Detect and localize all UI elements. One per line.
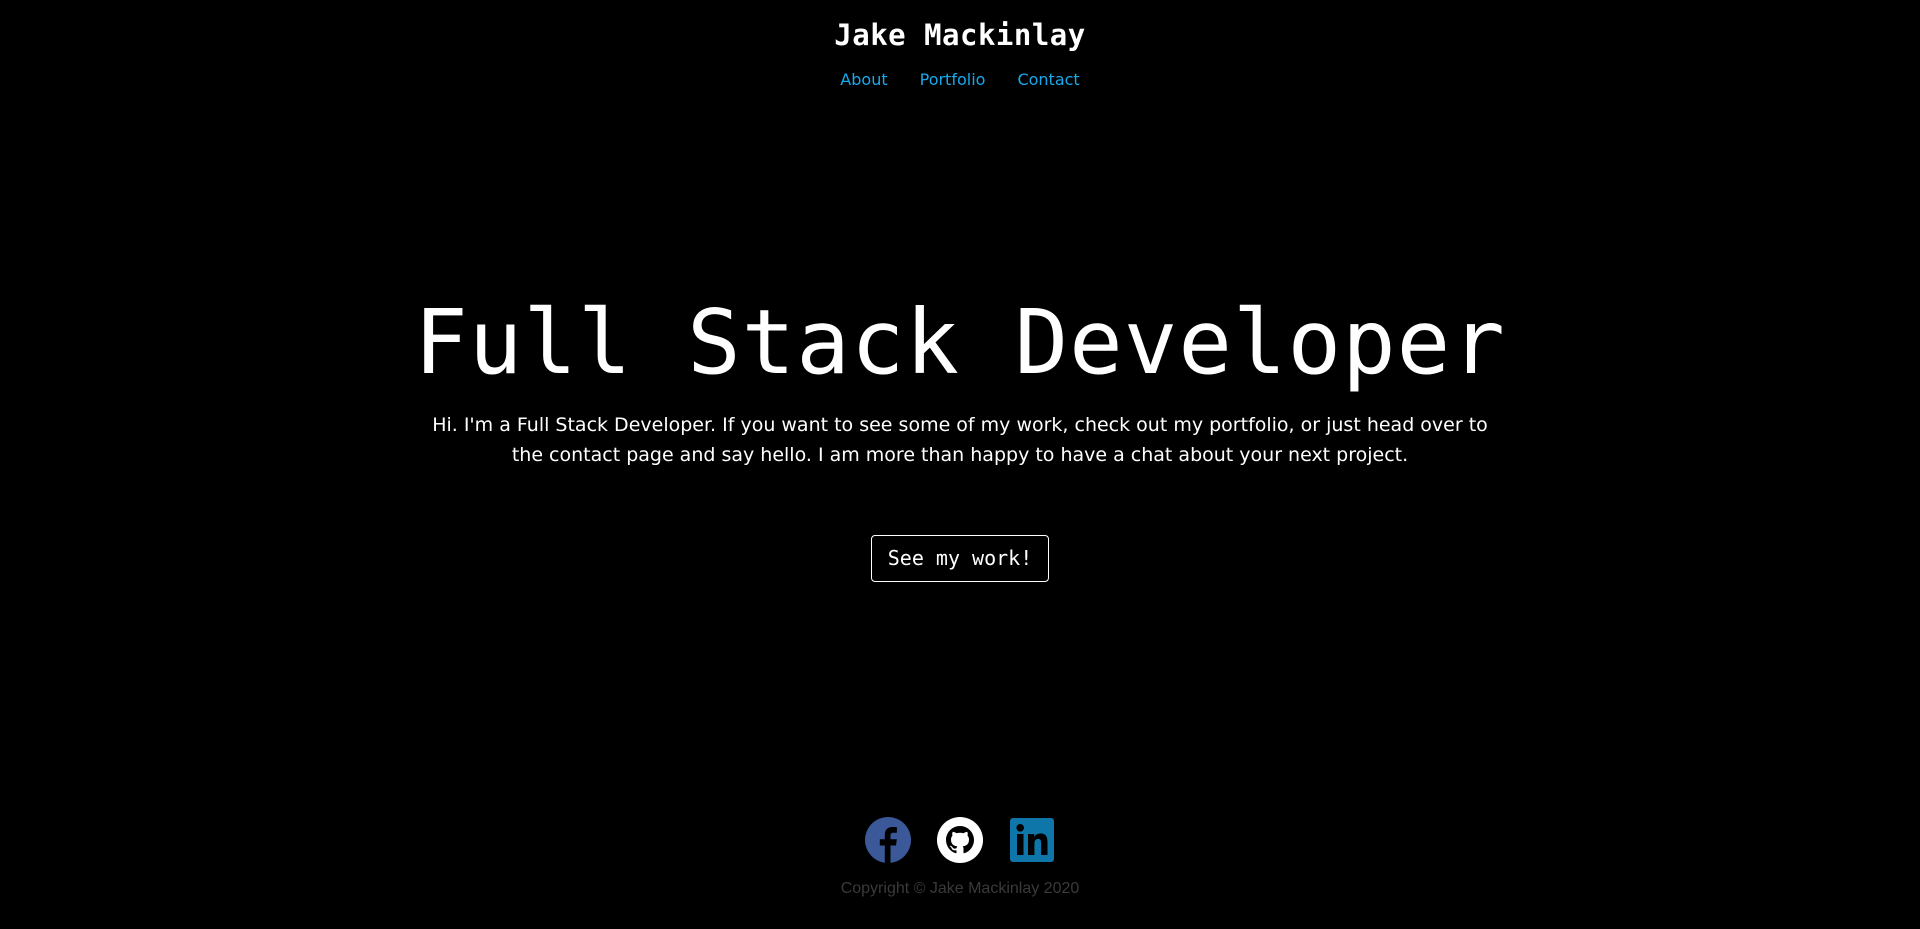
social-links <box>0 816 1920 864</box>
github-icon <box>937 817 983 863</box>
copyright-text: Copyright © Jake Mackinlay 2020 <box>840 880 1080 897</box>
github-link[interactable] <box>937 817 983 863</box>
linkedin-link[interactable] <box>1009 817 1055 863</box>
see-my-work-button[interactable]: See my work! <box>870 535 1050 582</box>
hero-section: Full Stack Developer Hi. I'm a Full Stac… <box>0 286 1920 582</box>
nav-link-portfolio[interactable]: Portfolio <box>920 70 986 89</box>
nav-link-contact[interactable]: Contact <box>1017 70 1079 89</box>
main-nav: About Portfolio Contact <box>0 70 1920 89</box>
hero-intro-text: Hi. I'm a Full Stack Developer. If you w… <box>432 414 1488 466</box>
facebook-link[interactable] <box>865 817 911 863</box>
site-header: Jake Mackinlay About Portfolio Contact <box>0 0 1920 89</box>
footer: Copyright © Jake Mackinlay 2020 <box>0 816 1920 898</box>
hero-title: Full Stack Developer <box>414 290 1506 394</box>
site-title[interactable]: Jake Mackinlay <box>0 0 1920 52</box>
linkedin-icon <box>1010 818 1054 862</box>
facebook-icon <box>865 817 911 863</box>
nav-link-about[interactable]: About <box>840 70 887 89</box>
